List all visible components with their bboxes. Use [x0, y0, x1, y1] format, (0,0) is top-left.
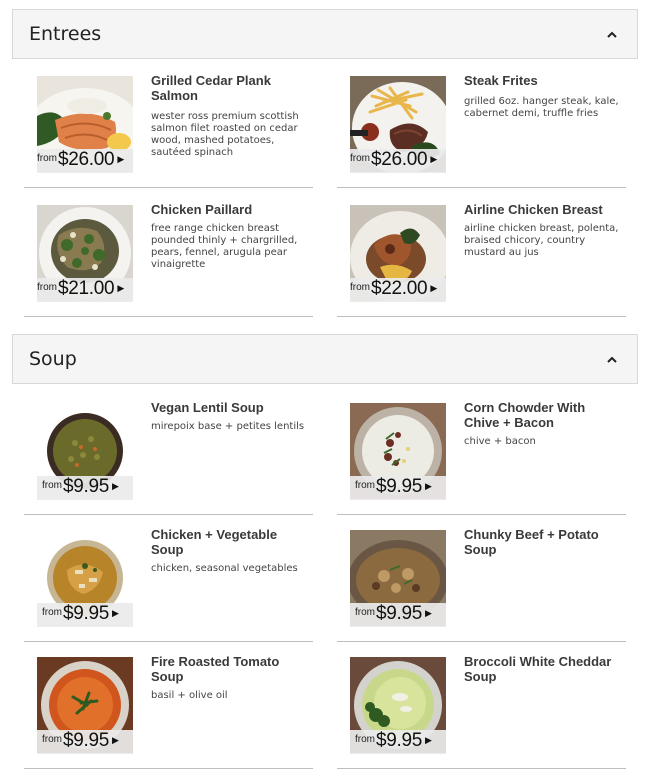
item-description: airline chicken breast, polenta, braised… [464, 223, 619, 258]
price-amount: $9.95 [376, 476, 423, 497]
caret-right-icon: ▶ [425, 481, 432, 491]
price-from-label: from [355, 607, 375, 618]
price-tag[interactable]: from $22.00 ▶ [350, 278, 446, 302]
price-tag[interactable]: from $9.95 ▶ [37, 730, 133, 754]
item-name[interactable]: Corn Chowder With Chive + Bacon [464, 400, 624, 430]
menu-item[interactable]: from $26.00 ▶ Steak Frites grilled 6oz. … [337, 60, 626, 188]
price-from-label: from [42, 480, 62, 491]
item-name[interactable]: Chicken + Vegetable Soup [151, 527, 311, 557]
price-tag[interactable]: from $9.95 ▶ [37, 476, 133, 500]
price-from-label: from [37, 282, 57, 293]
price-from-label: from [355, 480, 375, 491]
price-tag[interactable]: from $21.00 ▶ [37, 278, 133, 302]
menu-item[interactable]: from $9.95 ▶ Chicken + Vegetable Soup ch… [24, 514, 313, 642]
menu-item[interactable]: from $26.00 ▶ Grilled Cedar Plank Salmon… [24, 60, 313, 188]
menu-item[interactable]: from $9.95 ▶ Broccoli White Cheddar Soup [337, 641, 626, 769]
menu-item[interactable]: from $9.95 ▶ Vegan Lentil Soup mirepoix … [24, 387, 313, 515]
caret-right-icon: ▶ [430, 154, 438, 164]
item-name[interactable]: Airline Chicken Breast [464, 202, 624, 217]
price-tag[interactable]: from $26.00 ▶ [350, 149, 446, 173]
item-name[interactable]: Steak Frites [464, 73, 624, 88]
price-tag[interactable]: from $9.95 ▶ [350, 476, 446, 500]
price-amount: $9.95 [376, 603, 423, 624]
chevron-up-icon[interactable] [605, 352, 619, 366]
item-description: chive + bacon [464, 436, 536, 447]
price-from-label: from [42, 734, 62, 745]
price-amount: $9.95 [376, 730, 423, 751]
price-amount: $21.00 [58, 278, 115, 299]
caret-right-icon: ▶ [117, 283, 125, 293]
price-amount: $26.00 [371, 149, 428, 170]
price-amount: $9.95 [63, 730, 110, 751]
caret-right-icon: ▶ [425, 735, 432, 745]
section-title: Soup [29, 348, 77, 370]
item-name[interactable]: Broccoli White Cheddar Soup [464, 654, 624, 684]
price-from-label: from [42, 607, 62, 618]
section-header-soup[interactable]: Soup [12, 334, 638, 384]
menu-item[interactable]: from $21.00 ▶ Chicken Paillard free rang… [24, 189, 313, 317]
item-description: free range chicken breast pounded thinly… [151, 223, 298, 270]
item-description: mirepoix base + petites lentils [151, 421, 305, 432]
price-amount: $9.95 [63, 476, 110, 497]
price-from-label: from [350, 282, 370, 293]
price-tag[interactable]: from $9.95 ▶ [37, 603, 133, 627]
item-description: basil + olive oil [151, 690, 228, 701]
menu-item[interactable]: from $9.95 ▶ Corn Chowder With Chive + B… [337, 387, 626, 515]
section-header-entrees[interactable]: Entrees [12, 9, 638, 59]
price-tag[interactable]: from $26.00 ▶ [37, 149, 133, 173]
item-name[interactable]: Fire Roasted Tomato Soup [151, 654, 311, 684]
item-name[interactable]: Grilled Cedar Plank Salmon [151, 73, 311, 103]
item-name[interactable]: Vegan Lentil Soup [151, 400, 311, 415]
section-title: Entrees [29, 23, 102, 45]
caret-right-icon: ▶ [117, 154, 125, 164]
menu-item[interactable]: from $9.95 ▶ Fire Roasted Tomato Soup ba… [24, 641, 313, 769]
chevron-up-icon[interactable] [605, 27, 619, 41]
item-description: chicken, seasonal vegetables [151, 563, 298, 574]
price-amount: $26.00 [58, 149, 115, 170]
caret-right-icon: ▶ [425, 608, 432, 618]
menu-item[interactable]: from $22.00 ▶ Airline Chicken Breast air… [337, 189, 626, 317]
caret-right-icon: ▶ [430, 283, 438, 293]
price-from-label: from [37, 153, 57, 164]
price-amount: $9.95 [63, 603, 110, 624]
price-amount: $22.00 [371, 278, 428, 299]
price-from-label: from [355, 734, 375, 745]
item-name[interactable]: Chicken Paillard [151, 202, 311, 217]
menu-item[interactable]: from $9.95 ▶ Chunky Beef + Potato Soup [337, 514, 626, 642]
price-tag[interactable]: from $9.95 ▶ [350, 603, 446, 627]
caret-right-icon: ▶ [112, 608, 119, 618]
price-from-label: from [350, 153, 370, 164]
caret-right-icon: ▶ [112, 481, 119, 491]
item-description: grilled 6oz. hanger steak, kale, caberne… [464, 96, 619, 119]
item-name[interactable]: Chunky Beef + Potato Soup [464, 527, 624, 557]
item-description: wester ross premium scottish salmon file… [151, 111, 299, 158]
caret-right-icon: ▶ [112, 735, 119, 745]
price-tag[interactable]: from $9.95 ▶ [350, 730, 446, 754]
